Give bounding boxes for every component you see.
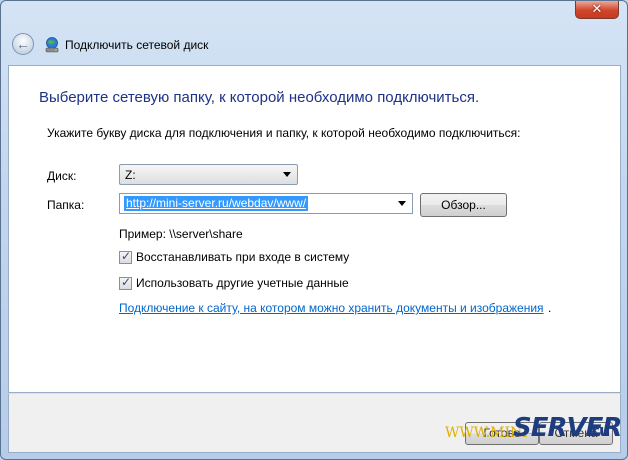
network-drive-icon [45, 37, 59, 53]
chevron-down-icon [283, 172, 291, 177]
window-title: Подключить сетевой диск [65, 38, 209, 52]
chevron-down-icon[interactable] [398, 201, 406, 206]
checkmark-icon: ✓ [121, 249, 132, 263]
content-panel [8, 65, 621, 393]
close-button[interactable]: ✕ [575, 1, 619, 19]
folder-input[interactable]: http://mini-server.ru/webdav/www/ [119, 193, 413, 214]
reconnect-label: Восстанавливать при входе в систему [136, 250, 350, 264]
example-text: Пример: \\server\share [119, 227, 243, 241]
close-icon: ✕ [591, 2, 603, 17]
folder-label: Папка: [47, 198, 85, 212]
drive-label: Диск: [47, 169, 77, 183]
instruction-text: Укажите букву диска для подключения и па… [47, 126, 521, 140]
back-arrow-icon: ← [16, 36, 30, 52]
watermark-logo: WWW.MINI- SERVER .ru [445, 413, 622, 445]
back-button[interactable]: ← [12, 33, 34, 55]
page-heading: Выберите сетевую папку, к которой необхо… [39, 89, 480, 106]
watermark-tld-text: .ru [585, 421, 611, 440]
checkmark-icon: ✓ [121, 275, 132, 289]
other-credentials-label: Использовать другие учетные данные [136, 276, 349, 290]
dialog-window: ✕ ← Подключить сетевой диск Выберите сет… [0, 0, 628, 460]
link-period: . [548, 301, 552, 315]
drive-select[interactable]: Z: [119, 164, 298, 185]
folder-input-value: http://mini-server.ru/webdav/www/ [124, 196, 309, 211]
browse-button[interactable]: Обзор... [420, 193, 507, 217]
reconnect-checkbox[interactable]: ✓ [119, 249, 132, 264]
drive-select-value: Z: [125, 168, 136, 182]
other-credentials-checkbox[interactable]: ✓ [119, 275, 132, 290]
connect-website-link[interactable]: Подключение к сайту, на котором можно хр… [119, 301, 544, 315]
